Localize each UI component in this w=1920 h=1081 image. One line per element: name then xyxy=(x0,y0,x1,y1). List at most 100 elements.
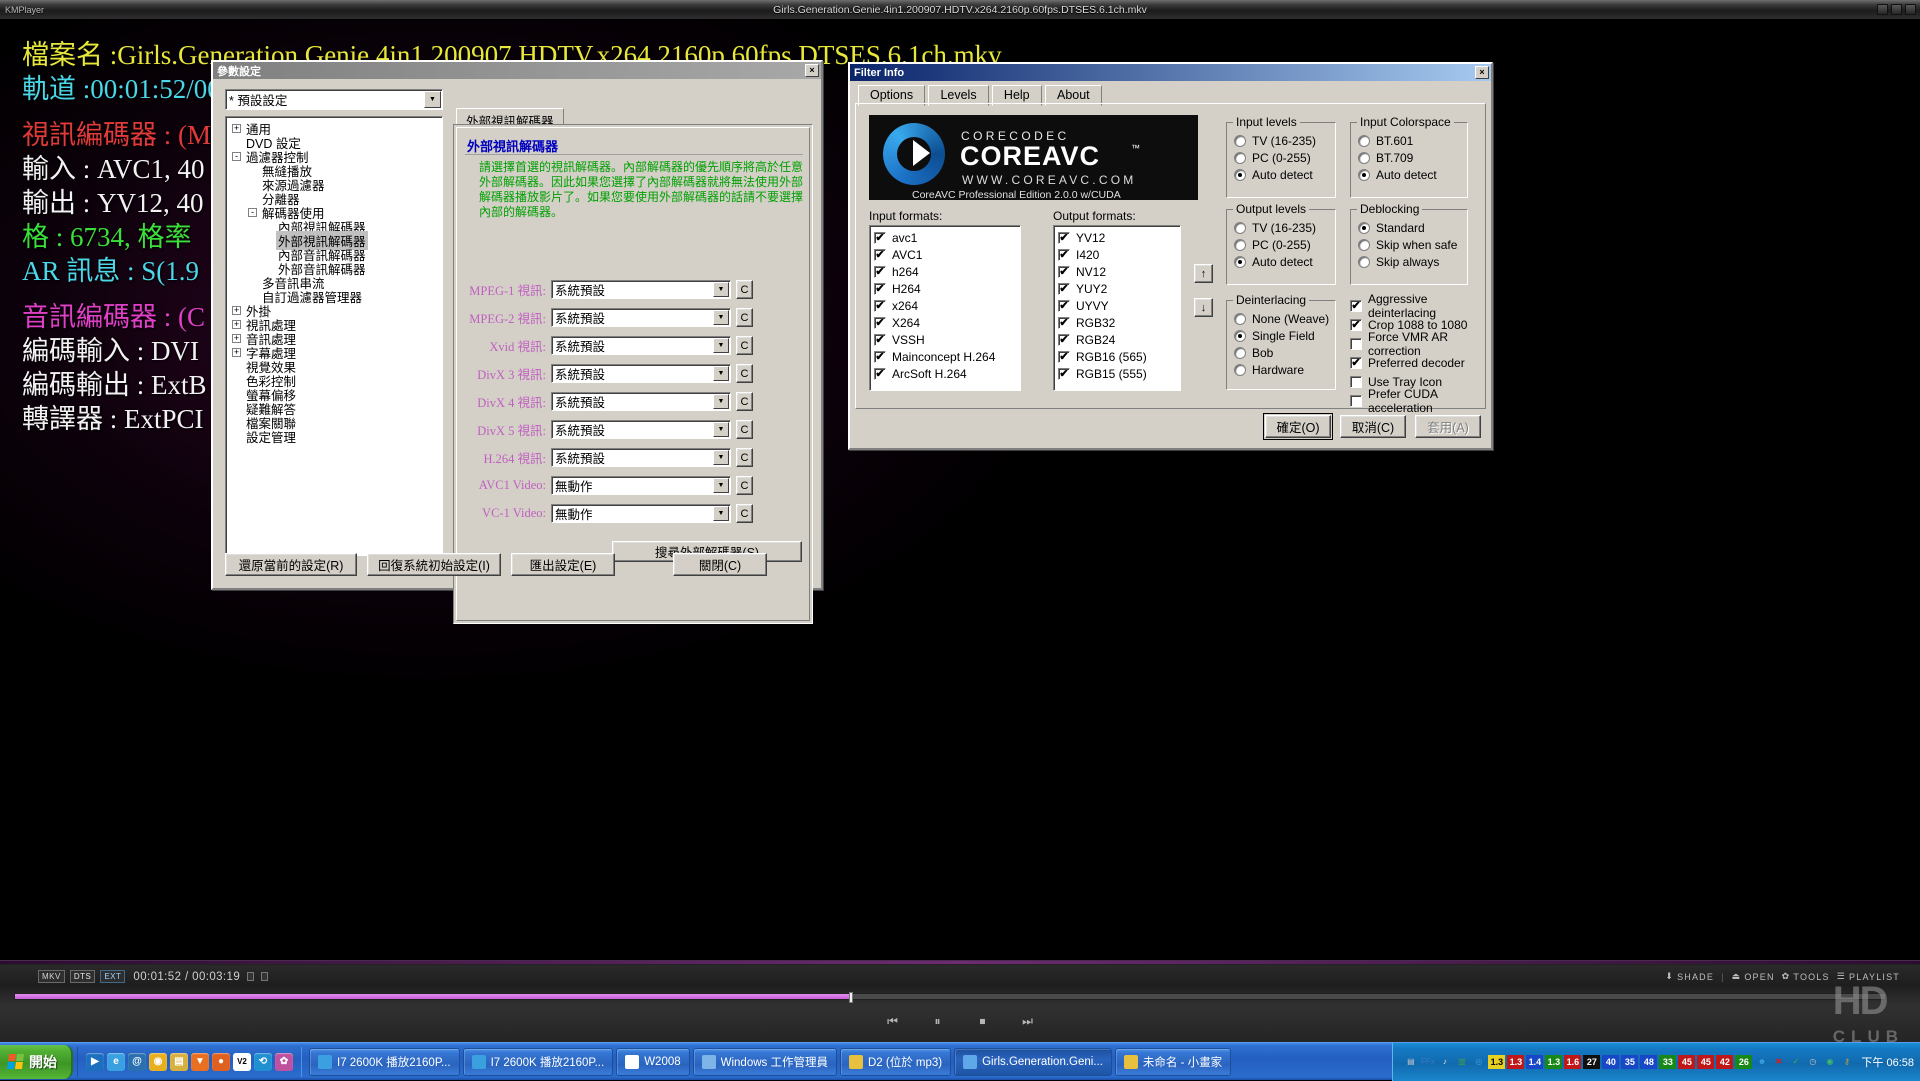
deblocking-option[interactable]: Skip always xyxy=(1358,253,1467,270)
kmplayer-titlebar[interactable]: KMPlayer Girls.Generation.Genie.4in1.200… xyxy=(0,0,1920,20)
output-format-item[interactable]: ✔ UYVY xyxy=(1058,297,1176,314)
checkbox-icon[interactable]: ✔ xyxy=(1058,265,1070,278)
key-icon[interactable]: ⚷ xyxy=(1839,1054,1854,1069)
settings-tree[interactable]: +通用⌐DVD 設定-過濾器控制⌐無縫播放⌐來源過濾器⌐分離器-解碼器使用⌐內部… xyxy=(225,116,443,556)
preset-value[interactable]: * 預設設定 xyxy=(225,89,443,110)
taskbar-clock[interactable]: 下午 06:58 xyxy=(1856,1054,1914,1070)
output-format-item[interactable]: ✔ I420 xyxy=(1058,246,1176,263)
safely-remove-icon[interactable]: ▤ xyxy=(1403,1054,1418,1069)
preferences-footer[interactable]: 還原當前的設定(R) 回復系統初始設定(I) 匯出設定(E) 關閉(C) xyxy=(225,553,767,576)
task-button-list[interactable]: I7 2600K 播放2160P... I7 2600K 播放2160P... W2… xyxy=(302,1047,1392,1076)
start-button[interactable]: 開始 xyxy=(0,1044,73,1079)
tray-temperature-badge[interactable]: 27 xyxy=(1583,1054,1601,1069)
checkbox-icon[interactable] xyxy=(1350,375,1362,388)
input-format-item[interactable]: ✔ ArcSoft H.264 xyxy=(874,365,1016,382)
tray-temperature-badge[interactable]: 33 xyxy=(1659,1054,1677,1069)
input-colorspace-option[interactable]: Auto detect xyxy=(1358,166,1467,183)
checkbox-icon[interactable]: ✔ xyxy=(874,350,886,363)
input-format-item[interactable]: ✔ x264 xyxy=(874,297,1016,314)
taskbar-task-button[interactable]: I7 2600K 播放2160P... xyxy=(309,1047,460,1076)
codec-select[interactable]: 系統預設 ▼ xyxy=(551,336,731,355)
input-colorspace-option[interactable]: BT.601 xyxy=(1358,132,1467,149)
deinterlacing-option[interactable]: Single Field xyxy=(1234,327,1335,344)
checkbox-icon[interactable]: ✔ xyxy=(1058,333,1070,346)
collapse-icon[interactable]: - xyxy=(232,151,241,161)
check-icon[interactable]: ✓ xyxy=(1788,1054,1803,1069)
output-format-item[interactable]: ✔ YV12 xyxy=(1058,229,1176,246)
clock-icon[interactable]: ◷ xyxy=(1805,1054,1820,1069)
chevron-down-icon[interactable]: ▼ xyxy=(713,282,729,297)
checkbox-icon[interactable]: ✔ xyxy=(1058,299,1070,312)
radio-icon[interactable] xyxy=(1234,255,1246,268)
v2-icon[interactable]: V2 xyxy=(233,1052,251,1071)
chevron-down-icon[interactable]: ▼ xyxy=(713,478,729,493)
tray-temperature-badge[interactable]: 48 xyxy=(1640,1054,1658,1069)
checkbox-icon[interactable]: ✔ xyxy=(1058,316,1070,329)
input-format-item[interactable]: ✔ h264 xyxy=(874,263,1016,280)
checkbox-icon[interactable]: ✔ xyxy=(874,367,886,380)
chevron-down-icon[interactable]: ▼ xyxy=(424,91,441,108)
input-format-item[interactable]: ✔ AVC1 xyxy=(874,246,1016,263)
output-formats-list[interactable]: ✔ YV12 ✔ I420 ✔ NV12 ✔ YUY2 ✔ UYVY ✔ RGB32 ✔ RGB24 ✔ RG… xyxy=(1053,225,1181,391)
radio-icon[interactable] xyxy=(1234,221,1246,234)
taskbar-task-button[interactable]: W2008 xyxy=(616,1047,690,1076)
checkbox-icon[interactable]: ✔ xyxy=(1350,318,1362,331)
deinterlacing-option[interactable]: Bob xyxy=(1234,344,1335,361)
internet-explorer-icon[interactable]: e xyxy=(107,1052,125,1071)
tray-temperature-badge[interactable]: 45 xyxy=(1678,1054,1696,1069)
checkbox-icon[interactable]: ✔ xyxy=(874,265,886,278)
chevron-down-icon[interactable]: ▼ xyxy=(713,422,729,437)
tray-temperature-badge[interactable]: 1.3 xyxy=(1545,1054,1563,1069)
option-checkbox[interactable]: ✔ Aggressive deinterlacing xyxy=(1350,292,1490,320)
filter-info-tabs[interactable]: Options Levels Help About xyxy=(858,84,1102,106)
outlook-icon[interactable]: @ xyxy=(128,1052,146,1071)
tray-temperature-badge[interactable]: 45 xyxy=(1697,1054,1715,1069)
antivirus-icon[interactable]: ✖ xyxy=(1771,1054,1786,1069)
tray-temperature-badge[interactable]: 1.6 xyxy=(1564,1054,1582,1069)
next-button[interactable]: ⏭ xyxy=(1019,1013,1036,1029)
output-level-option[interactable]: Auto detect xyxy=(1234,253,1335,270)
output-format-item[interactable]: ✔ RGB24 xyxy=(1058,331,1176,348)
transport-controls[interactable]: ⏮ ⏸ ⏹ ⏭ xyxy=(884,1013,1036,1029)
deblocking-option[interactable]: Skip when safe xyxy=(1358,236,1467,253)
checkbox-icon[interactable]: ✔ xyxy=(874,282,886,295)
input-format-item[interactable]: ✔ Mainconcept H.264 xyxy=(874,348,1016,365)
gpu-icon[interactable]: ◎ xyxy=(1471,1054,1486,1069)
tray-temperature-badge[interactable]: 1.3 xyxy=(1507,1054,1525,1069)
radio-icon[interactable] xyxy=(1358,134,1370,147)
input-colorspace-option[interactable]: BT.709 xyxy=(1358,149,1467,166)
radio-icon[interactable] xyxy=(1234,238,1246,251)
network-icon[interactable]: ▥ xyxy=(1454,1054,1469,1069)
codec-config-button[interactable]: C xyxy=(736,336,753,355)
filter-info-titlebar[interactable]: Filter Info × xyxy=(850,64,1491,81)
codec-select[interactable]: 系統預設 ▼ xyxy=(551,448,731,467)
system-tray[interactable]: ▤ FFx ♪ ▥ ◎ 1.3 1.3 1.4 1.3 1.6 27 40 35 48 33 45 45 42 26… xyxy=(1392,1042,1920,1081)
expand-icon[interactable]: + xyxy=(232,319,241,329)
deinterlacing-option[interactable]: Hardware xyxy=(1234,361,1335,378)
quick-launch-bar[interactable]: ▶ e @ ◉ ▤ ▼ ● V2 ⟲ ✿ xyxy=(77,1046,302,1077)
vlc-icon[interactable]: ▼ xyxy=(191,1052,209,1071)
checkbox-icon[interactable] xyxy=(1350,394,1362,407)
codec-config-button[interactable]: C xyxy=(736,392,753,411)
checkbox-icon[interactable]: ✔ xyxy=(874,231,886,244)
radio-icon[interactable] xyxy=(1358,151,1370,164)
input-format-item[interactable]: ✔ H264 xyxy=(874,280,1016,297)
output-format-item[interactable]: ✔ NV12 xyxy=(1058,263,1176,280)
restore-system-defaults-button[interactable]: 回復系統初始設定(I) xyxy=(367,553,501,576)
repeat-indicator[interactable] xyxy=(247,972,255,981)
shuffle-indicator[interactable] xyxy=(261,972,269,981)
checkbox-icon[interactable]: ✔ xyxy=(1058,367,1070,380)
radio-icon[interactable] xyxy=(1234,312,1246,325)
codec-config-button[interactable]: C xyxy=(736,308,753,327)
close-dialog-button[interactable]: 關閉(C) xyxy=(673,553,767,576)
codec-select[interactable]: 系統預設 ▼ xyxy=(551,308,731,327)
radio-icon[interactable] xyxy=(1234,134,1246,147)
previous-button[interactable]: ⏮ xyxy=(884,1013,901,1029)
maximize-button[interactable] xyxy=(1891,4,1902,15)
input-format-item[interactable]: ✔ avc1 xyxy=(874,229,1016,246)
chevron-down-icon[interactable]: ▼ xyxy=(713,506,729,521)
checkbox-icon[interactable]: ✔ xyxy=(1058,248,1070,261)
shade-button[interactable]: ⬇ SHADE xyxy=(1665,971,1714,982)
checkbox-icon[interactable]: ✔ xyxy=(874,248,886,261)
input-formats-list[interactable]: ✔ avc1 ✔ AVC1 ✔ h264 ✔ H264 ✔ x264 ✔ X264 ✔ VSSH ✔ Main… xyxy=(869,225,1021,391)
